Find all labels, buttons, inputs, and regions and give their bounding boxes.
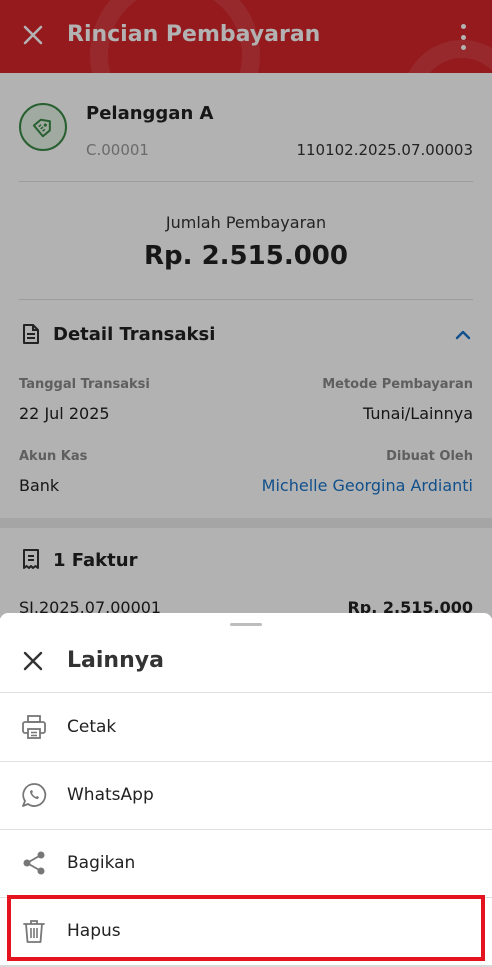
bottom-sheet-more: Lainnya Cetak WhatsApp Bagikan Hapus bbox=[0, 613, 492, 967]
option-whatsapp[interactable]: WhatsApp bbox=[0, 761, 492, 829]
drag-handle[interactable] bbox=[230, 623, 262, 626]
whatsapp-icon bbox=[20, 781, 48, 809]
option-label: Cetak bbox=[67, 717, 117, 737]
option-share[interactable]: Bagikan bbox=[0, 829, 492, 897]
printer-icon bbox=[20, 713, 48, 741]
modal-backdrop[interactable] bbox=[0, 0, 492, 618]
share-icon bbox=[20, 849, 48, 877]
close-icon[interactable] bbox=[20, 648, 46, 674]
option-print[interactable]: Cetak bbox=[0, 693, 492, 761]
option-label: Bagikan bbox=[67, 853, 136, 873]
highlight-box bbox=[7, 895, 485, 961]
option-label: WhatsApp bbox=[67, 785, 154, 805]
sheet-title: Lainnya bbox=[67, 648, 164, 673]
